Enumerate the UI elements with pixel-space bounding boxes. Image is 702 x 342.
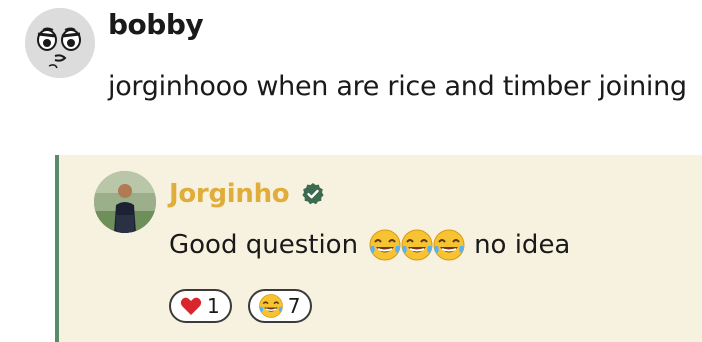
emoji-group [368, 228, 465, 262]
chat-thread: bobby jorginhooo when are rice and timbe… [0, 0, 702, 342]
reaction-bar: 1 7 [169, 289, 328, 323]
author-label: Jorginho [169, 179, 290, 209]
reaction-count: 1 [207, 294, 220, 318]
author-name-bobby[interactable]: bobby [108, 8, 204, 41]
avatar-jorginho[interactable] [94, 171, 156, 233]
face-with-tears-of-joy-icon [369, 229, 401, 261]
reaction-count: 7 [287, 294, 301, 318]
face-with-tears-of-joy-icon [401, 229, 433, 261]
avatar-bobby[interactable] [25, 8, 95, 78]
message-text-jorginho: Good question no idea [169, 225, 570, 265]
message-text-start: Good question [169, 230, 359, 260]
reaction-laugh-button[interactable]: 7 [247, 289, 313, 323]
cartoon-face-icon [25, 8, 95, 78]
author-name-jorginho[interactable]: Jorginho [169, 179, 325, 209]
message-text-end: no idea [474, 230, 571, 260]
reaction-heart-button[interactable]: 1 [169, 289, 232, 323]
profile-photo-icon [94, 171, 156, 233]
reply-message-card: Jorginho Good question no idea 1 7 [55, 155, 702, 342]
face-with-tears-of-joy-icon [258, 294, 283, 318]
message-text-bobby: jorginhooo when are rice and timber join… [108, 71, 687, 102]
verified-check-icon [301, 182, 325, 206]
face-with-tears-of-joy-icon [433, 229, 465, 261]
red-heart-icon [180, 297, 202, 315]
